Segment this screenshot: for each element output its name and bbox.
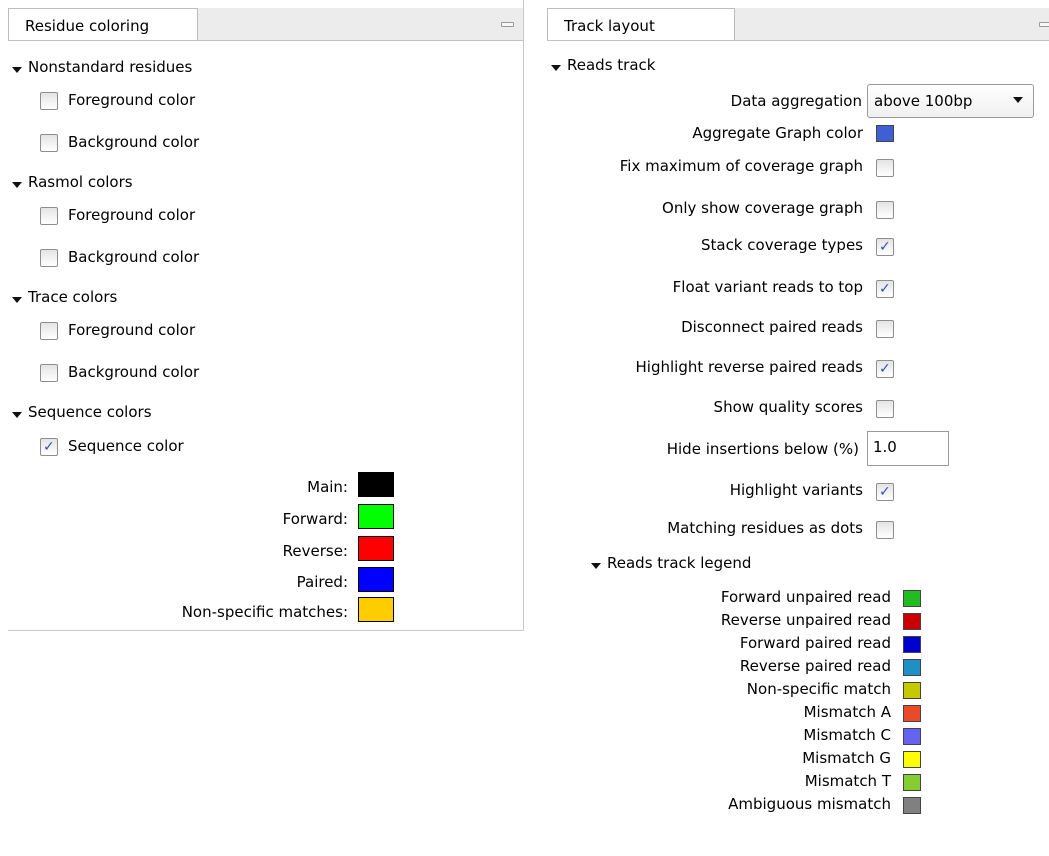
track-tab-bar: Track layout — [547, 8, 1049, 41]
collapse-arrow-icon[interactable] — [12, 412, 22, 418]
legend-color-swatch[interactable] — [903, 728, 921, 745]
select-value: above 100bp — [874, 92, 973, 110]
legend-title[interactable]: Reads track legend — [607, 554, 751, 572]
swatch-label: Reverse: — [282, 542, 348, 560]
legend-label: Reverse paired read — [739, 657, 891, 675]
legend-color-swatch[interactable] — [903, 659, 921, 676]
legend-color-swatch[interactable] — [903, 774, 921, 791]
show-quality-checkbox[interactable] — [876, 400, 894, 418]
reverse-color-swatch[interactable] — [358, 536, 394, 561]
tab-label: Residue coloring — [25, 17, 150, 35]
collapse-arrow-icon[interactable] — [12, 297, 22, 303]
section-title-sequence[interactable]: Sequence colors — [28, 403, 152, 421]
tab-label: Track layout — [564, 17, 655, 35]
disconnect-paired-checkbox[interactable] — [876, 320, 894, 338]
option-label: Sequence color — [68, 437, 184, 455]
legend-label: Ambiguous mismatch — [728, 795, 891, 813]
collapse-arrow-icon[interactable] — [12, 182, 22, 188]
section-title-reads-track[interactable]: Reads track — [567, 56, 655, 74]
legend-color-swatch[interactable] — [903, 636, 921, 653]
option-label: Show quality scores — [713, 398, 863, 416]
option-label: Matching residues as dots — [667, 519, 863, 537]
legend-color-swatch[interactable] — [903, 590, 921, 607]
collapse-arrow-icon[interactable] — [591, 563, 601, 569]
residue-tab-bar: Residue coloring — [8, 8, 523, 41]
dropdown-arrow-icon — [1013, 97, 1023, 103]
option-label: Disconnect paired reads — [681, 318, 863, 336]
collapse-arrow-icon[interactable] — [12, 67, 22, 73]
forward-color-swatch[interactable] — [358, 504, 394, 529]
collapse-arrow-icon[interactable] — [551, 65, 561, 71]
input-value: 1.0 — [873, 438, 897, 456]
legend-label: Mismatch C — [803, 726, 891, 744]
only-show-coverage-checkbox[interactable] — [876, 201, 894, 219]
stack-coverage-checkbox[interactable] — [876, 238, 894, 256]
swatch-label: Main: — [307, 478, 348, 496]
aggregate-graph-color-swatch[interactable] — [876, 125, 894, 142]
highlight-reverse-checkbox[interactable] — [876, 360, 894, 378]
data-aggregation-label: Data aggregation — [730, 92, 862, 110]
swatch-label: Forward: — [282, 510, 348, 528]
swatch-label: Paired: — [296, 573, 348, 591]
paired-color-swatch[interactable] — [358, 567, 394, 592]
legend-label: Reverse unpaired read — [720, 611, 891, 629]
legend-color-swatch[interactable] — [903, 705, 921, 722]
legend-label: Mismatch A — [803, 703, 891, 721]
legend-color-swatch[interactable] — [903, 613, 921, 630]
track-layout-panel: Track layout Reads track Data aggregatio… — [547, 0, 1049, 856]
highlight-variants-checkbox[interactable] — [876, 483, 894, 501]
foreground-color-checkbox[interactable] — [40, 207, 58, 225]
tab-residue-coloring[interactable]: Residue coloring — [8, 8, 198, 40]
legend-label: Mismatch G — [802, 749, 891, 767]
float-variant-checkbox[interactable] — [876, 280, 894, 298]
legend-label: Forward unpaired read — [720, 588, 891, 606]
section-title-trace[interactable]: Trace colors — [28, 288, 117, 306]
legend-color-swatch[interactable] — [903, 682, 921, 699]
fix-max-coverage-checkbox[interactable] — [876, 159, 894, 177]
option-label: Background color — [68, 133, 200, 151]
section-title-rasmol[interactable]: Rasmol colors — [28, 173, 133, 191]
legend-label: Mismatch T — [804, 772, 891, 790]
minimize-icon[interactable] — [1039, 22, 1049, 27]
option-label: Foreground color — [68, 206, 196, 224]
foreground-color-checkbox[interactable] — [40, 322, 58, 340]
option-label: Highlight reverse paired reads — [635, 358, 863, 376]
matching-dots-checkbox[interactable] — [876, 521, 894, 539]
minimize-icon[interactable] — [501, 22, 514, 27]
option-label: Background color — [68, 363, 200, 381]
option-label: Fix maximum of coverage graph — [619, 157, 863, 175]
legend-color-swatch[interactable] — [903, 797, 921, 814]
background-color-checkbox[interactable] — [40, 249, 58, 267]
option-label: Only show coverage graph — [662, 199, 863, 217]
legend-label: Forward paired read — [739, 634, 891, 652]
main-color-swatch[interactable] — [358, 472, 394, 497]
background-color-checkbox[interactable] — [40, 364, 58, 382]
data-aggregation-select[interactable]: above 100bp — [867, 84, 1034, 118]
residue-coloring-panel: Residue coloring Nonstandard residues Fo… — [8, 0, 524, 631]
section-title-nonstandard[interactable]: Nonstandard residues — [28, 58, 192, 76]
tab-track-layout[interactable]: Track layout — [547, 8, 735, 40]
hide-insertions-input[interactable]: 1.0 — [867, 431, 949, 466]
swatch-label: Non-specific matches: — [181, 603, 348, 621]
non-specific-color-swatch[interactable] — [358, 597, 394, 622]
background-color-checkbox[interactable] — [40, 134, 58, 152]
legend-color-swatch[interactable] — [903, 751, 921, 768]
sequence-color-checkbox[interactable] — [40, 438, 58, 456]
option-label: Highlight variants — [729, 481, 863, 499]
option-label: Foreground color — [68, 91, 196, 109]
aggregate-graph-color-label: Aggregate Graph color — [692, 124, 863, 142]
option-label: Foreground color — [68, 321, 196, 339]
option-label: Background color — [68, 248, 200, 266]
foreground-color-checkbox[interactable] — [40, 92, 58, 110]
option-label: Float variant reads to top — [672, 278, 863, 296]
option-label: Stack coverage types — [700, 236, 863, 254]
legend-label: Non-specific match — [746, 680, 891, 698]
hide-insertions-label: Hide insertions below (%) — [666, 440, 859, 458]
